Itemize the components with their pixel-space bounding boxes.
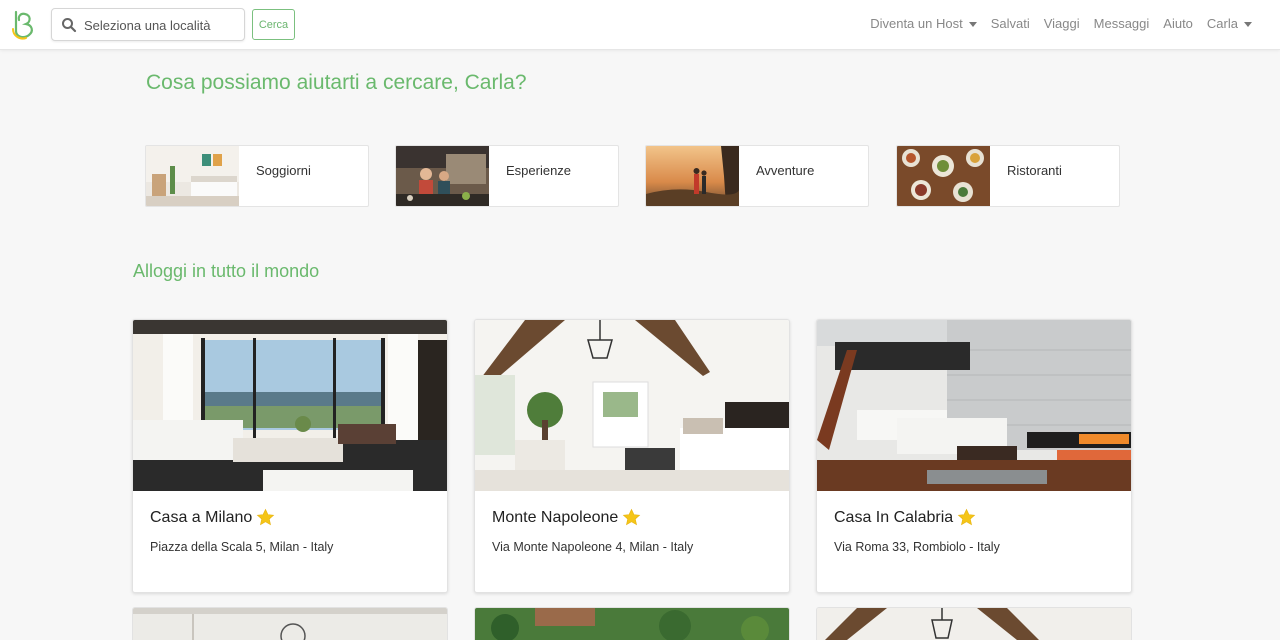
stays-thumbnail xyxy=(146,146,239,206)
greeting-heading: Cosa possiamo aiutarti a cercare, Carla? xyxy=(146,71,527,94)
search-icon xyxy=(62,18,77,33)
listings-section-title: Alloggi in tutto il mondo xyxy=(133,261,320,281)
category-adventures[interactable]: Avventure xyxy=(645,145,869,207)
nav-saved-label: Salvati xyxy=(990,16,1030,31)
category-stays[interactable]: Soggiorni xyxy=(145,145,369,207)
location-search[interactable] xyxy=(51,8,245,41)
category-adventures-label: Avventure xyxy=(756,163,815,178)
nav-trips[interactable]: Viaggi xyxy=(1044,16,1080,31)
listing-photo xyxy=(133,320,447,491)
listing-card-casa-milano[interactable]: Casa a Milano Piazza della Scala 5, Mila… xyxy=(132,319,448,593)
restaurants-thumbnail xyxy=(897,146,990,206)
nav-menu: Diventa un Host Salvati Viaggi Messaggi … xyxy=(870,16,1252,31)
nav-user-label: Carla xyxy=(1206,16,1238,31)
nav-become-host[interactable]: Diventa un Host xyxy=(870,16,977,31)
listing-card-peek[interactable] xyxy=(474,607,790,640)
listing-name-text: Casa In Calabria xyxy=(834,508,954,526)
nav-user-menu[interactable]: Carla xyxy=(1207,16,1252,31)
nav-trips-label: Viaggi xyxy=(1043,16,1080,31)
listing-photo xyxy=(817,320,1131,491)
brand-logo-icon[interactable] xyxy=(10,9,36,41)
star-icon xyxy=(957,508,976,526)
listing-name: Casa In Calabria xyxy=(834,508,976,527)
nav-messages-label: Messaggi xyxy=(1093,16,1150,31)
category-experiences[interactable]: Esperienze xyxy=(395,145,619,207)
listing-name: Casa a Milano xyxy=(150,508,275,527)
category-restaurants[interactable]: Ristoranti xyxy=(896,145,1120,207)
listing-address: Piazza della Scala 5, Milan - Italy xyxy=(150,540,334,554)
listing-photo xyxy=(133,608,447,640)
category-restaurants-label: Ristoranti xyxy=(1007,163,1062,178)
adventures-thumbnail xyxy=(646,146,739,206)
caret-down-icon xyxy=(968,21,977,27)
category-experiences-label: Esperienze xyxy=(506,163,572,178)
top-navbar: Cerca Diventa un Host Salvati Viaggi Mes… xyxy=(0,0,1280,50)
listing-card-peek[interactable] xyxy=(816,607,1132,640)
listing-address: Via Roma 33, Rombiolo - Italy xyxy=(834,540,1000,554)
experiences-thumbnail xyxy=(396,146,489,206)
star-icon xyxy=(623,508,641,526)
listing-photo xyxy=(817,608,1131,640)
listing-name-text: Monte Napoleone xyxy=(492,508,619,526)
nav-saved[interactable]: Salvati xyxy=(991,16,1030,31)
location-search-input[interactable] xyxy=(84,15,240,35)
nav-messages[interactable]: Messaggi xyxy=(1094,16,1150,31)
nav-become-host-label: Diventa un Host xyxy=(870,16,963,31)
listing-name: Monte Napoleone xyxy=(492,508,641,527)
nav-help[interactable]: Aiuto xyxy=(1163,16,1193,31)
listing-card-peek[interactable] xyxy=(132,607,448,640)
category-stays-label: Soggiorni xyxy=(256,163,311,178)
listing-name-text: Casa a Milano xyxy=(150,508,253,526)
nav-help-label: Aiuto xyxy=(1163,16,1193,31)
listing-photo xyxy=(475,608,789,640)
listing-address: Via Monte Napoleone 4, Milan - Italy xyxy=(492,540,694,554)
search-button[interactable]: Cerca xyxy=(252,9,295,40)
listing-photo xyxy=(475,320,789,491)
listing-card-monte-napoleone[interactable]: Monte Napoleone Via Monte Napoleone 4, M… xyxy=(474,319,790,593)
caret-down-icon xyxy=(1244,21,1252,27)
star-icon xyxy=(257,508,275,526)
listing-card-casa-calabria[interactable]: Casa In Calabria Via Roma 33, Rombiolo -… xyxy=(816,319,1132,593)
